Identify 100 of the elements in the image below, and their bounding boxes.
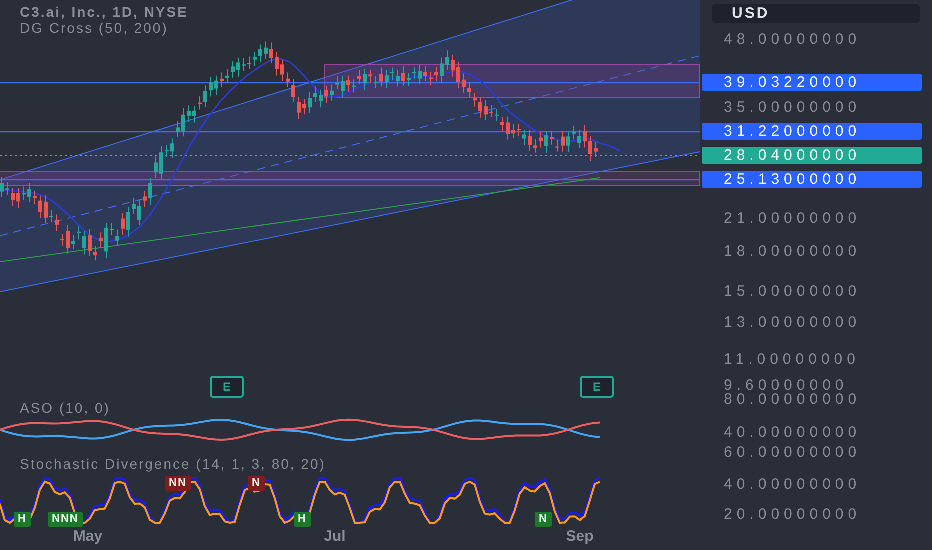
indicator-title: DG Cross (50, 200): [20, 20, 170, 36]
candlestick: [556, 140, 560, 152]
candlestick: [38, 195, 42, 219]
candlestick: [231, 60, 235, 79]
candlestick: [11, 188, 15, 207]
signal-badge: NN: [165, 476, 191, 491]
candlestick: [280, 59, 284, 82]
price-tag: 39.03220000: [702, 74, 922, 91]
candlestick: [402, 66, 406, 86]
price-tag: 28.04000000: [702, 147, 922, 164]
candlestick: [594, 142, 598, 158]
signal-badge: NNN: [48, 512, 83, 527]
candlestick: [341, 75, 345, 98]
candlestick: [160, 146, 164, 180]
candlestick: [440, 57, 444, 83]
candlestick: [0, 176, 4, 198]
candlestick: [66, 224, 70, 254]
price-tag: 31.22000000: [702, 123, 922, 140]
candlestick: [60, 234, 64, 246]
candlestick: [346, 75, 350, 92]
candlestick: [528, 130, 532, 152]
candlestick: [374, 76, 378, 90]
candlestick: [550, 130, 554, 146]
candlestick: [500, 117, 504, 132]
candlestick: [104, 222, 108, 259]
candlestick: [154, 156, 158, 179]
time-axis-label: Jul: [324, 528, 346, 545]
candlestick: [336, 76, 340, 90]
earnings-badge[interactable]: E: [580, 376, 614, 398]
candlestick: [363, 68, 367, 90]
candlestick: [330, 84, 334, 102]
candlestick: [72, 234, 76, 250]
candlestick: [148, 178, 152, 206]
candlestick: [396, 70, 400, 88]
price-axis-label: 13.00000000: [724, 314, 862, 332]
candlestick: [412, 67, 416, 80]
candlestick: [214, 75, 218, 96]
candlestick: [253, 52, 257, 67]
candlestick: [588, 136, 592, 162]
candlestick: [368, 70, 372, 84]
signal-badge: H: [14, 512, 31, 527]
candlestick: [534, 138, 538, 154]
price-axis-label: 20.00000000: [724, 506, 862, 524]
time-axis-label: Sep: [566, 528, 594, 545]
candlestick: [77, 226, 81, 240]
price-axis-label: 15.00000000: [724, 283, 862, 301]
candlestick: [226, 69, 230, 84]
candlestick: [484, 100, 488, 121]
candlestick: [165, 144, 169, 158]
price-axis-label: 11.00000000: [724, 351, 860, 369]
candlestick: [270, 42, 274, 64]
candlestick: [473, 92, 477, 108]
candlestick: [319, 89, 323, 108]
candlestick: [198, 96, 202, 110]
candlestick: [490, 105, 494, 118]
candlestick: [286, 72, 290, 88]
candlestick: [132, 198, 136, 215]
price-tag: 25.13000000: [702, 171, 922, 188]
candlestick: [462, 73, 466, 94]
candlestick: [583, 125, 587, 148]
candlestick: [512, 124, 516, 139]
candlestick: [126, 206, 130, 238]
candlestick: [352, 79, 356, 94]
candlestick: [572, 125, 576, 140]
candlestick: [248, 56, 252, 70]
candlestick: [94, 246, 98, 262]
candlestick: [308, 92, 312, 114]
candlestick: [380, 67, 384, 88]
candlestick: [220, 72, 224, 88]
candlestick: [170, 138, 174, 159]
candlestick: [99, 232, 103, 248]
candlestick: [446, 50, 450, 70]
candlestick: [407, 72, 411, 87]
candlestick: [44, 195, 48, 224]
currency-button[interactable]: USD: [712, 4, 920, 23]
candlestick: [506, 116, 510, 140]
signal-badge: N: [248, 476, 265, 491]
candlestick: [358, 70, 362, 85]
candlestick: [204, 84, 208, 108]
candlestick: [297, 96, 301, 120]
candlestick: [495, 108, 499, 122]
candlestick: [16, 188, 20, 209]
candlestick: [578, 130, 582, 149]
candlestick: [566, 132, 570, 153]
earnings-badge[interactable]: E: [210, 376, 244, 398]
candlestick: [418, 64, 422, 86]
candlestick: [468, 82, 472, 98]
candlestick: [110, 222, 114, 236]
candlestick: [116, 229, 120, 246]
candlestick: [182, 108, 186, 138]
candlestick: [209, 76, 213, 98]
candlestick: [143, 190, 147, 208]
candlestick: [424, 65, 428, 82]
candlestick: [121, 213, 125, 236]
time-axis-label: May: [73, 528, 103, 545]
candlestick: [264, 41, 268, 60]
price-axis-label: 80.00000000: [724, 391, 862, 409]
candlestick: [28, 182, 32, 203]
candlestick: [390, 67, 394, 81]
candlestick: [522, 130, 526, 146]
